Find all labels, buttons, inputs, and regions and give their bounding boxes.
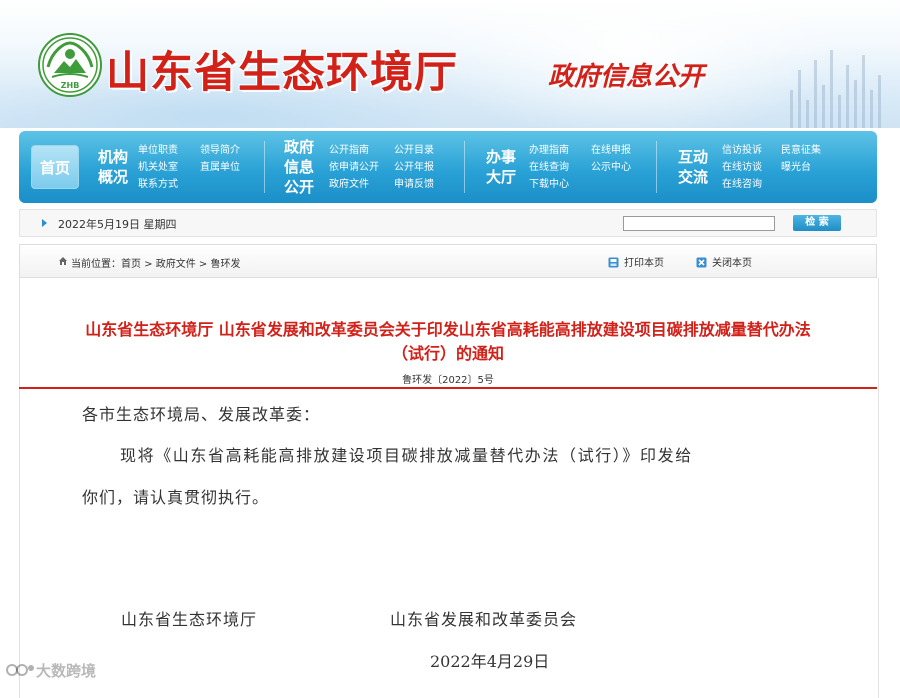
nav-link-download-center[interactable]: 下载中心 <box>529 178 569 192</box>
nav-link-disclosure-guide[interactable]: 公开指南 <box>329 144 369 158</box>
current-date: 2022年5月19日 星期四 <box>58 218 177 231</box>
nav-category-org[interactable]: 机构 概况 <box>98 147 128 187</box>
nav-link-exposure[interactable]: 曝光台 <box>781 161 811 175</box>
triangle-bullet-icon <box>42 219 47 227</box>
nav-link-online-interview[interactable]: 在线访谈 <box>722 161 762 175</box>
signing-date: 2022年4月29日 <box>430 652 550 671</box>
search-button[interactable]: 检 索 <box>793 215 841 231</box>
nav-link-request-feedback[interactable]: 申请反馈 <box>394 178 434 192</box>
breadcrumb-bar: 当前位置：首页 > 政府文件 > 鲁环发 打印本页 关闭本页 <box>19 244 877 278</box>
print-icon <box>608 257 619 268</box>
nav-link-online-query[interactable]: 在线查询 <box>529 161 569 175</box>
nav-link-gov-documents[interactable]: 政府文件 <box>329 178 369 192</box>
breadcrumb[interactable]: 当前位置：首页 > 政府文件 > 鲁环发 <box>71 255 240 270</box>
nav-link-affiliates[interactable]: 直属单位 <box>200 161 240 175</box>
signer-ecology-dept: 山东省生态环境厅 <box>121 610 258 629</box>
close-icon <box>696 257 707 268</box>
gov-info-heading: 政府信息公开 <box>548 62 705 92</box>
nav-link-annual-report[interactable]: 公开年报 <box>394 161 434 175</box>
header-banner: ZHB 山东省生态环境厅 政府信息公开 <box>0 0 900 128</box>
nav-link-dept-duties[interactable]: 单位职责 <box>138 144 178 158</box>
svg-text:ZHB: ZHB <box>61 81 80 90</box>
salutation: 各市生态环境局、发展改革委： <box>82 405 321 424</box>
nav-category-info-disclosure[interactable]: 政府 信息 公开 <box>284 137 314 197</box>
nav-link-offices[interactable]: 机关处室 <box>138 161 178 175</box>
nav-link-disclosure-catalog[interactable]: 公开目录 <box>394 144 434 158</box>
document-number: 鲁环发〔2022〕5号 <box>402 375 494 386</box>
print-page-button[interactable]: 打印本页 <box>608 254 664 269</box>
nav-link-service-guide[interactable]: 办理指南 <box>529 144 569 158</box>
banner-decoration <box>790 40 890 128</box>
nav-link-opinion-survey[interactable]: 民意征集 <box>781 144 821 158</box>
signer-ndrc: 山东省发展和改革委员会 <box>390 610 578 629</box>
nav-link-petition[interactable]: 信访投诉 <box>722 144 762 158</box>
nav-link-publicity-center[interactable]: 公示中心 <box>591 161 631 175</box>
close-page-button[interactable]: 关闭本页 <box>696 254 752 269</box>
nav-divider <box>464 141 465 193</box>
nav-link-online-apply[interactable]: 在线申报 <box>591 144 631 158</box>
site-title[interactable]: 山东省生态环境厅 <box>106 38 458 100</box>
site-logo-icon[interactable]: ZHB <box>38 33 102 97</box>
watermark-logo-icon <box>6 664 34 676</box>
print-page-label: 打印本页 <box>624 258 664 269</box>
nav-link-leaders[interactable]: 领导简介 <box>200 144 240 158</box>
nav-home-button[interactable]: 首页 <box>31 145 79 189</box>
main-nav: 首页 机构 概况 单位职责 领导简介 机关处室 直属单位 联系方式 政府 信息 公开 … <box>19 131 877 203</box>
nav-divider <box>264 141 265 193</box>
search-input[interactable] <box>623 216 775 231</box>
document-title: 山东省生态环境厅 山东省发展和改革委员会关于印发山东省高耗能高排放建设项目碳排放… <box>19 318 877 366</box>
body-paragraph-line: 你们，请认真贯彻执行。 <box>82 488 270 507</box>
document-title-line: （试行）的通知 <box>391 344 504 363</box>
body-paragraph-line: 现将《山东省高耗能高排放建设项目碳排放减量替代办法（试行）》印发给 <box>120 446 693 465</box>
nav-link-online-consult[interactable]: 在线咨询 <box>722 178 762 192</box>
nav-category-interaction[interactable]: 互动 交流 <box>678 147 708 187</box>
nav-category-service-hall[interactable]: 办事 大厅 <box>486 147 516 187</box>
nav-link-request-disclosure[interactable]: 依申请公开 <box>329 161 379 175</box>
nav-divider <box>656 141 657 193</box>
watermark: 大数跨境 <box>6 660 96 681</box>
nav-link-contact[interactable]: 联系方式 <box>138 178 178 192</box>
date-search-bar: 2022年5月19日 星期四 检 索 <box>19 209 877 237</box>
document-title-line: 山东省生态环境厅 山东省发展和改革委员会关于印发山东省高耗能高排放建设项目碳排放… <box>85 320 811 339</box>
home-icon <box>59 257 67 265</box>
title-divider <box>19 387 877 389</box>
close-page-label: 关闭本页 <box>712 258 752 269</box>
